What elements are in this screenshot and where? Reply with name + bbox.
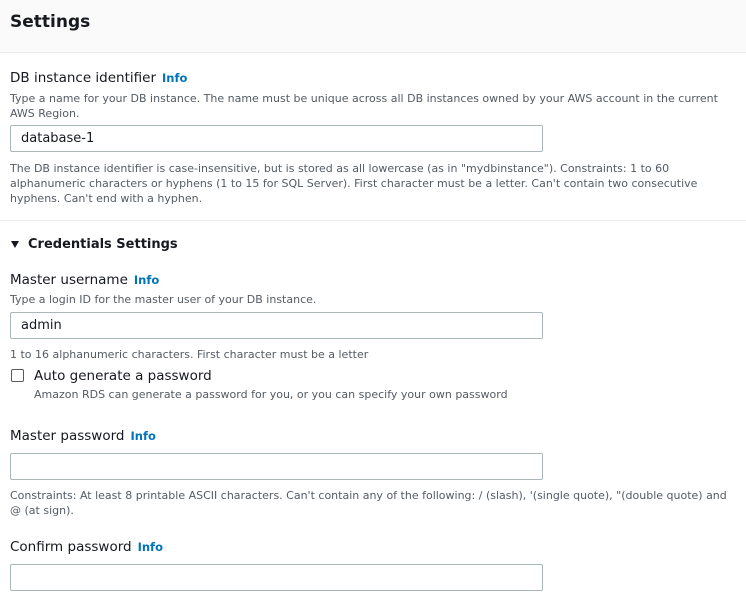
master-username-description: Type a login ID for the master user of y… (10, 293, 317, 306)
auto-generate-password-description: Amazon RDS can generate a password for y… (34, 388, 508, 401)
db-identifier-label: DB instance identifier (10, 70, 157, 86)
section-divider (0, 220, 746, 221)
db-identifier-description: Type a name for your DB instance. The na… (10, 92, 718, 120)
credentials-settings-title: Credentials Settings (28, 237, 178, 252)
confirm-password-field-label: Confirm password Info (10, 539, 163, 555)
auto-generate-password-label[interactable]: Auto generate a password (34, 368, 212, 384)
auto-generate-password-checkbox[interactable] (11, 369, 24, 382)
master-password-input[interactable] (10, 453, 543, 480)
confirm-password-label: Confirm password (10, 539, 132, 555)
master-password-constraint: Constraints: At least 8 printable ASCII … (10, 489, 727, 517)
master-username-info-link[interactable]: Info (134, 273, 159, 287)
db-identifier-info-link[interactable]: Info (162, 71, 187, 85)
master-password-info-link[interactable]: Info (131, 429, 156, 443)
db-identifier-input[interactable] (10, 125, 543, 152)
master-username-input[interactable] (10, 312, 543, 339)
credentials-settings-toggle[interactable]: Credentials Settings (11, 237, 178, 252)
master-username-label: Master username (10, 272, 128, 288)
master-password-label: Master password (10, 428, 125, 444)
confirm-password-info-link[interactable]: Info (138, 540, 163, 554)
db-identifier-field-label: DB instance identifier Info (10, 70, 187, 86)
settings-header: Settings (0, 0, 746, 53)
master-username-constraint: 1 to 16 alphanumeric characters. First c… (10, 348, 369, 361)
master-username-field-label: Master username Info (10, 272, 159, 288)
caret-down-icon (11, 241, 19, 248)
db-identifier-constraint: The DB instance identifier is case-insen… (10, 162, 698, 205)
master-password-field-label: Master password Info (10, 428, 156, 444)
confirm-password-input[interactable] (10, 564, 543, 591)
settings-title: Settings (10, 12, 91, 32)
